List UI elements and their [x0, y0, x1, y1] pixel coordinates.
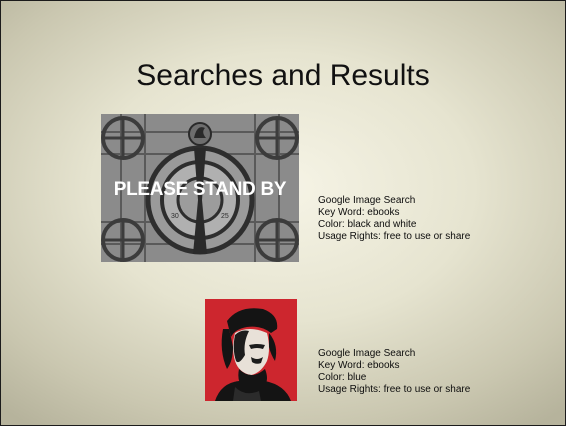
- svg-text:30: 30: [171, 213, 179, 220]
- result-caption-1: Google Image Search Key Word: ebooks Col…: [318, 195, 470, 243]
- please-stand-by-text: PLEASE STAND BY: [114, 179, 287, 200]
- caption-line: Usage Rights: free to use or share: [318, 231, 471, 242]
- result-caption-2: Google Image Search Key Word: ebooks Col…: [318, 348, 470, 396]
- caption-line: Google Image Search: [318, 195, 416, 206]
- caption-line: Usage Rights: free to use or share: [318, 384, 471, 395]
- caption-line: Google Image Search: [318, 348, 416, 359]
- test-pattern-graphic: 25 30 PLEASE STAND BY: [101, 114, 299, 262]
- caption-line: Key Word: ebooks: [318, 207, 400, 218]
- svg-text:25: 25: [221, 213, 229, 220]
- slide: Searches and Results 25 30 PLEASE STAND …: [0, 0, 566, 426]
- slide-title: Searches and Results: [136, 59, 430, 92]
- portrait-graphic: [205, 299, 297, 401]
- caption-line: Color: black and white: [318, 219, 417, 230]
- caption-line: Key Word: ebooks: [318, 360, 400, 371]
- caption-line: Color: blue: [318, 372, 367, 383]
- portrait-image: [205, 299, 297, 401]
- please-stand-by-image: 25 30 PLEASE STAND BY: [101, 114, 299, 262]
